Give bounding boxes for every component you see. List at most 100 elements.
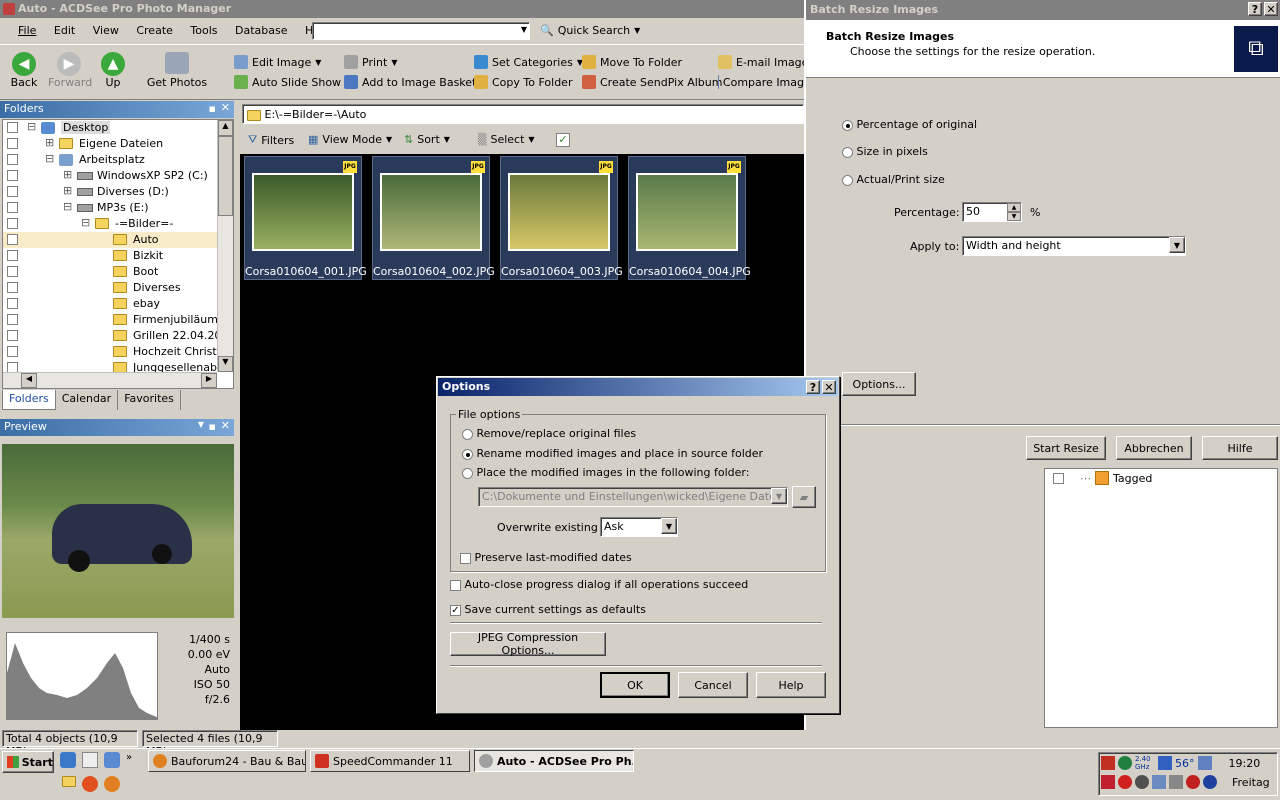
select-button[interactable]: ▒ Select ▼ bbox=[478, 133, 535, 146]
opt-actual[interactable]: Actual/Print size bbox=[842, 173, 945, 186]
options-button[interactable]: Options... bbox=[842, 372, 916, 396]
close-icon[interactable]: ✕ bbox=[822, 380, 836, 394]
task-acdsee[interactable]: Auto - ACDSee Pro Ph... bbox=[474, 750, 634, 772]
scroll-right-arrow-icon[interactable]: ▶ bbox=[201, 373, 217, 388]
sort-button[interactable]: ⇅ Sort ▼ bbox=[404, 133, 450, 146]
tree-checkbox[interactable] bbox=[7, 234, 18, 245]
opt-remove[interactable]: Remove/replace original files bbox=[462, 427, 636, 440]
up-button[interactable]: ▲ Up bbox=[98, 52, 128, 89]
tray-icon[interactable] bbox=[1203, 775, 1217, 789]
tree-checkbox[interactable] bbox=[7, 186, 18, 197]
notepad-icon[interactable] bbox=[82, 752, 98, 768]
filters-button[interactable]: ⛛ Filters bbox=[248, 133, 294, 147]
radio-actual[interactable] bbox=[842, 174, 853, 186]
tree-item[interactable]: Diverses bbox=[3, 280, 217, 296]
thumbnail[interactable]: JPG Corsa010604_001.JPG bbox=[244, 156, 367, 280]
tab-folders[interactable]: Folders bbox=[2, 390, 56, 410]
tree-checkbox[interactable] bbox=[7, 122, 18, 133]
folder-path-combo[interactable]: C:\Dokumente und Einstellungen\wicked\Ei… bbox=[478, 487, 788, 507]
tree-checkbox[interactable] bbox=[7, 154, 18, 165]
tree-checkbox[interactable] bbox=[7, 170, 18, 181]
tree-checkbox[interactable] bbox=[7, 202, 18, 213]
hilfe-button[interactable]: Hilfe bbox=[1202, 436, 1278, 460]
tree-checkbox[interactable] bbox=[7, 282, 18, 293]
pin-icon[interactable]: ▪ bbox=[209, 102, 216, 115]
tray-icon[interactable] bbox=[1152, 775, 1166, 789]
print-button[interactable]: Print ▼ bbox=[344, 55, 397, 69]
scroll-down-arrow-icon[interactable]: ▼ bbox=[218, 356, 233, 372]
tree-checkbox[interactable] bbox=[7, 346, 18, 357]
preserve-checkbox[interactable] bbox=[460, 552, 471, 564]
spin-down-icon[interactable]: ▼ bbox=[1007, 212, 1021, 221]
add-to-basket-button[interactable]: Add to Image Basket bbox=[344, 75, 476, 89]
ok-button[interactable]: OK bbox=[600, 672, 670, 698]
abbrechen-button[interactable]: Abbrechen bbox=[1116, 436, 1192, 460]
thumbnail[interactable]: JPG Corsa010604_004.JPG bbox=[628, 156, 751, 280]
tray-icon[interactable] bbox=[1169, 775, 1183, 789]
chevron-down-icon[interactable]: ▼ bbox=[661, 518, 677, 534]
checkmark-button[interactable]: ✓ bbox=[556, 133, 570, 147]
copy-to-folder-button[interactable]: Copy To Folder bbox=[474, 75, 572, 89]
radio-rename[interactable] bbox=[462, 448, 473, 460]
radio-percentage[interactable] bbox=[842, 119, 853, 131]
compare-images-button[interactable]: Compare Imag bbox=[718, 75, 804, 89]
quick-search-button[interactable]: 🔍 Quick Search ▼ bbox=[540, 24, 640, 37]
scrollbar-thumb[interactable] bbox=[218, 136, 233, 216]
tray-icon[interactable] bbox=[1101, 756, 1115, 770]
tree-checkbox[interactable] bbox=[7, 298, 18, 309]
tray-icon[interactable] bbox=[1118, 756, 1132, 770]
explorer-icon[interactable] bbox=[104, 752, 120, 768]
menu-edit[interactable]: Edit bbox=[54, 24, 75, 37]
path-bar[interactable]: E:\-=Bilder=-\Auto bbox=[242, 104, 804, 124]
radio-remove[interactable] bbox=[462, 428, 473, 440]
jpeg-options-button[interactable]: JPEG Compression Options... bbox=[450, 631, 606, 657]
overwrite-select[interactable]: Ask ▼ bbox=[600, 517, 678, 537]
save-defaults-option[interactable]: ✓ Save current settings as defaults bbox=[450, 603, 646, 616]
tray-icon[interactable] bbox=[1158, 756, 1172, 770]
autoclose-checkbox[interactable] bbox=[450, 579, 461, 591]
tab-favorites[interactable]: Favorites bbox=[118, 390, 181, 410]
edit-image-button[interactable]: Edit Image ▼ bbox=[234, 55, 321, 69]
tagged-checkbox[interactable] bbox=[1053, 472, 1064, 484]
close-icon[interactable]: ✕ bbox=[1264, 2, 1278, 16]
opt-percentage[interactable]: Percentage of original bbox=[842, 118, 977, 131]
radio-pixels[interactable] bbox=[842, 146, 853, 158]
start-button[interactable]: Start bbox=[2, 751, 54, 773]
menu-create[interactable]: Create bbox=[136, 24, 173, 37]
start-resize-button[interactable]: Start Resize bbox=[1026, 436, 1106, 460]
menu-view[interactable]: View bbox=[93, 24, 119, 37]
tree-item[interactable]: Hochzeit Christin bbox=[3, 344, 227, 360]
auto-slide-show-button[interactable]: Auto Slide Show bbox=[234, 75, 341, 89]
tree-horizontal-scrollbar[interactable]: ◀ ▶ bbox=[3, 372, 217, 388]
expand-icon[interactable]: ⊞ bbox=[45, 136, 54, 149]
tab-calendar[interactable]: Calendar bbox=[56, 390, 119, 410]
close-icon[interactable]: ✕ bbox=[221, 419, 230, 432]
opt-place[interactable]: Place the modified images in the followi… bbox=[462, 466, 749, 479]
ie-icon[interactable] bbox=[60, 752, 76, 768]
thumbnail[interactable]: JPG Corsa010604_002.JPG bbox=[372, 156, 495, 280]
thumbnail[interactable]: JPG Corsa010604_003.JPG bbox=[500, 156, 623, 280]
collapse-icon[interactable]: ⊟ bbox=[63, 200, 72, 213]
tree-item[interactable]: ⊟ Desktop bbox=[3, 120, 217, 136]
tree-item[interactable]: ⊟ Arbeitsplatz bbox=[3, 152, 217, 168]
expand-icon[interactable]: ⊞ bbox=[63, 168, 72, 181]
tray-icon[interactable] bbox=[1197, 756, 1212, 770]
save-defaults-checkbox[interactable]: ✓ bbox=[450, 604, 461, 616]
menu-database[interactable]: Database bbox=[235, 24, 288, 37]
tree-checkbox[interactable] bbox=[7, 314, 18, 325]
scroll-up-arrow-icon[interactable]: ▲ bbox=[218, 120, 233, 136]
collapse-icon[interactable]: ⊟ bbox=[81, 216, 90, 229]
tray-icon[interactable] bbox=[1186, 775, 1200, 789]
firefox-icon[interactable] bbox=[104, 776, 120, 792]
browse-folder-button[interactable]: ▰ bbox=[792, 486, 816, 508]
help-button[interactable]: Help bbox=[756, 672, 826, 698]
tree-checkbox[interactable] bbox=[7, 330, 18, 341]
tree-item[interactable]: Boot bbox=[3, 264, 217, 280]
forward-button[interactable]: ▶ Forward bbox=[48, 52, 92, 89]
menu-tools[interactable]: Tools bbox=[190, 24, 217, 37]
tray-icon[interactable] bbox=[1101, 775, 1115, 789]
tree-item[interactable]: ⊟ MP3s (E:) bbox=[3, 200, 217, 216]
task-bauforum[interactable]: Bauforum24 - Bau & Bau... bbox=[148, 750, 306, 772]
apply-to-select[interactable]: Width and height ▼ bbox=[962, 236, 1186, 256]
spin-up-icon[interactable]: ▲ bbox=[1007, 203, 1021, 212]
